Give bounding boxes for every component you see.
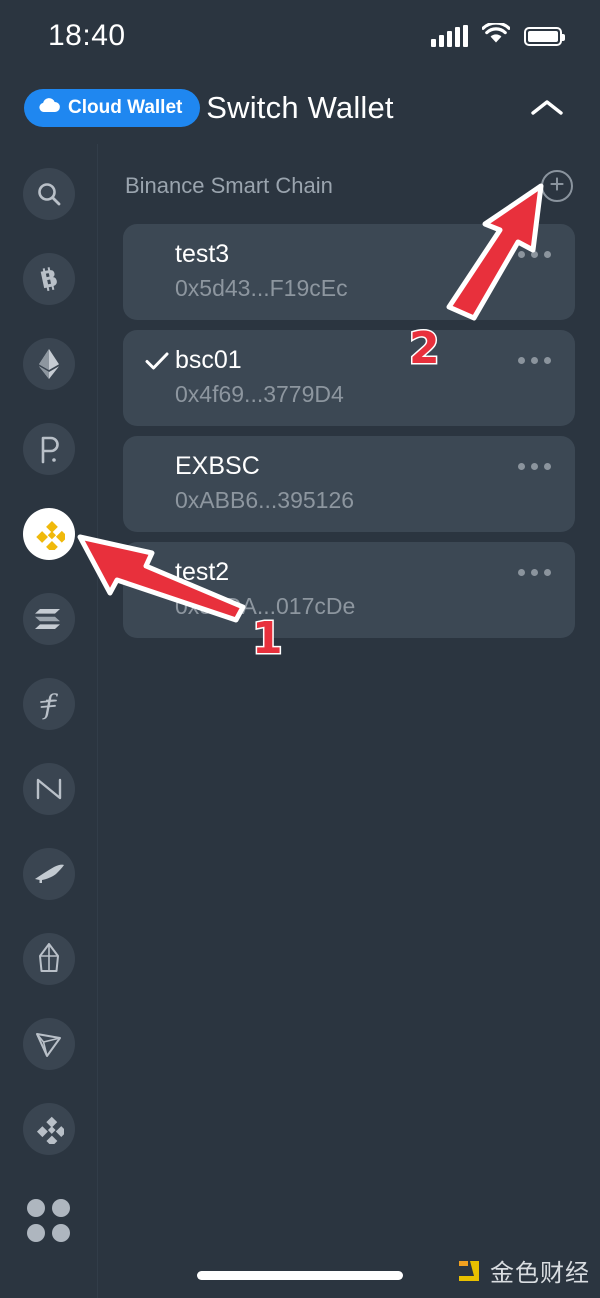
sidebar-item-solana[interactable] <box>22 593 75 645</box>
wallet-row-test2[interactable]: test2 0x55DA...017cDe <box>123 542 575 638</box>
battery-icon <box>524 26 565 46</box>
wallet-address: 0x55DA...017cDe <box>175 593 356 619</box>
wallet-list-panel: Binance Smart Chain test3 0x5d43...F19cE… <box>98 144 600 1298</box>
add-wallet-button[interactable] <box>541 170 573 202</box>
wifi-icon <box>481 21 511 49</box>
sidebar-item-ethereum[interactable] <box>22 338 75 390</box>
search-icon <box>35 180 63 208</box>
sidebar-item-near[interactable] <box>22 763 75 815</box>
bitcoin-icon: B <box>34 264 64 294</box>
sidebar-item-tron[interactable] <box>22 1018 75 1070</box>
more-dots-icon[interactable] <box>516 455 553 478</box>
sidebar-item-search[interactable] <box>22 168 75 220</box>
sidebar-item-filecoin[interactable]: f <box>22 678 75 730</box>
sidebar-item-kusama[interactable] <box>22 848 75 900</box>
wallet-row-bsc01[interactable]: bsc01 0x4f69...3779D4 <box>123 330 575 426</box>
wallet-address: 0x4f69...3779D4 <box>175 381 344 407</box>
jinse-logo-icon <box>456 1258 482 1284</box>
home-indicator <box>197 1271 403 1280</box>
status-bar: 18:40 <box>0 0 600 72</box>
solana-icon <box>34 606 64 632</box>
sidebar-item-bitcoin[interactable]: B <box>22 253 75 305</box>
more-dots-icon[interactable] <box>516 349 553 372</box>
wallet-row-test3[interactable]: test3 0x5d43...F19cEc <box>123 224 575 320</box>
sidebar-item-binance-chain[interactable] <box>22 1103 75 1155</box>
grid-dots-icon[interactable] <box>23 1194 75 1246</box>
phone-screen: 18:40 Cloud Wallet Switch Wallet B f Bin… <box>0 0 600 1298</box>
filecoin-icon: f <box>36 688 62 720</box>
page-title: Switch Wallet <box>206 90 394 125</box>
annotation-number-1: 1 <box>251 612 285 666</box>
bnb-icon <box>33 518 65 550</box>
wallet-name: bsc01 <box>175 346 242 374</box>
wallet-address: 0x5d43...F19cEc <box>175 275 348 301</box>
wallet-address: 0xABB6...395126 <box>175 487 355 513</box>
polkadot-icon <box>35 434 63 464</box>
chain-header: Binance Smart Chain <box>123 170 575 202</box>
status-time: 18:40 <box>48 19 126 52</box>
watermark: 金色财经 <box>456 1253 590 1288</box>
kusama-bird-icon <box>33 862 65 886</box>
near-icon <box>34 776 64 802</box>
wallet-name: EXBSC <box>175 452 260 480</box>
annotation-number-2: 2 <box>408 322 442 376</box>
sidebar-item-polkadot[interactable] <box>22 423 75 475</box>
svg-text:f: f <box>42 690 58 720</box>
more-dots-icon[interactable] <box>516 561 553 584</box>
header: Cloud Wallet Switch Wallet <box>0 72 600 144</box>
eos-icon <box>37 943 61 975</box>
wallet-name: test3 <box>175 240 230 268</box>
more-dots-icon[interactable] <box>516 243 553 266</box>
sidebar-item-binance-smart-chain[interactable] <box>22 508 75 560</box>
status-indicators <box>431 21 565 49</box>
chain-label: Binance Smart Chain <box>125 173 333 198</box>
sidebar-item-eos[interactable] <box>22 933 75 985</box>
checkmark-icon <box>145 351 175 371</box>
watermark-text: 金色财经 <box>490 1259 590 1287</box>
signal-bars-icon <box>431 25 468 47</box>
chevron-up-icon[interactable] <box>530 91 564 125</box>
wallet-row-exbsc[interactable]: EXBSC 0xABB6...395126 <box>123 436 575 532</box>
binance-chain-icon <box>34 1114 64 1144</box>
wallet-name: test2 <box>175 558 230 586</box>
ethereum-icon <box>38 348 60 380</box>
plus-circle-icon <box>548 175 566 198</box>
tron-icon <box>34 1029 64 1059</box>
chain-sidebar: B f <box>0 144 98 1298</box>
